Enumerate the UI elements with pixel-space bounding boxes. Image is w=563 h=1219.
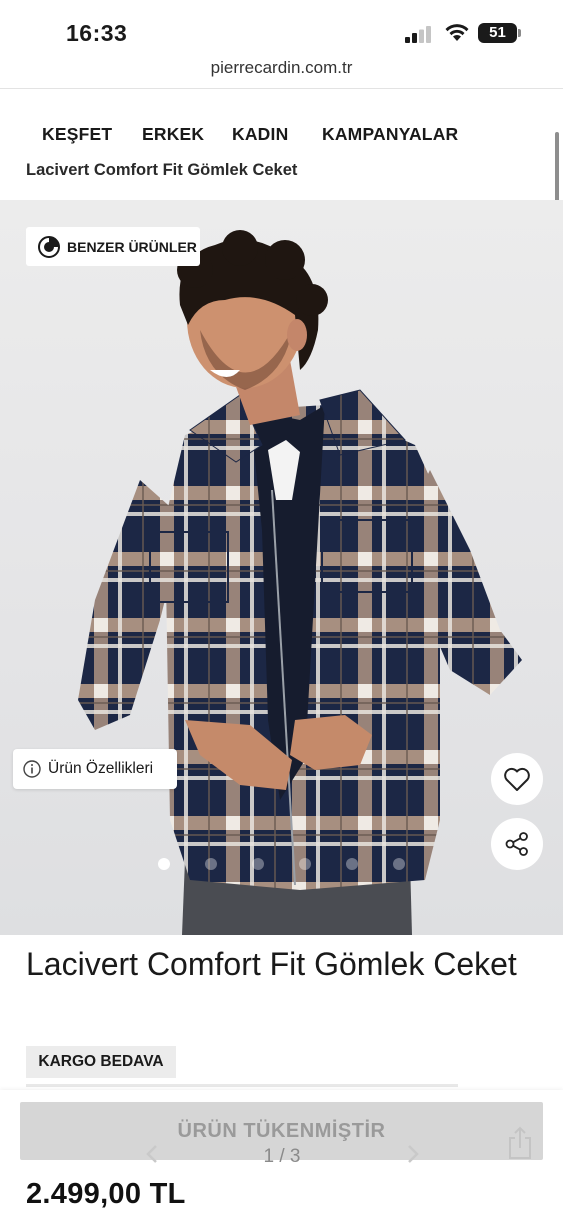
battery-icon: 51 <box>478 23 522 43</box>
product-title: Lacivert Comfort Fit Gömlek Ceket <box>26 946 517 982</box>
signal-icon <box>405 26 431 43</box>
carousel-dot[interactable] <box>299 858 311 870</box>
chevron-left-icon[interactable] <box>145 1144 159 1164</box>
breadcrumb-title: Lacivert Comfort Fit Gömlek Ceket <box>26 161 298 179</box>
nav-item-kadin[interactable]: KADIN <box>232 124 288 145</box>
product-price: 2.499,00 TL <box>26 1178 186 1210</box>
divider <box>0 88 563 89</box>
status-bar: 16:33 51 <box>0 0 563 60</box>
carousel-dot[interactable] <box>393 858 405 870</box>
heart-icon <box>504 767 530 791</box>
favorite-button[interactable] <box>491 753 543 805</box>
product-photo <box>78 230 522 935</box>
similar-products-label: BENZER ÜRÜNLER <box>67 238 197 255</box>
wifi-icon <box>445 24 469 41</box>
carousel-dot[interactable] <box>252 858 264 870</box>
nav-item-erkek[interactable]: ERKEK <box>142 124 204 145</box>
status-time: 16:33 <box>66 20 128 46</box>
share-icon <box>505 832 528 856</box>
share-page-icon[interactable] <box>507 1126 533 1160</box>
nav-item-kampanyalar[interactable]: KAMPANYALAR <box>322 124 458 145</box>
product-features-label: Ürün Özellikleri <box>48 760 154 777</box>
bottom-bar: ÜRÜN TÜKENMİŞTİR 1 / 3 2.499,00 TL <box>0 1090 563 1219</box>
carousel-dots[interactable] <box>158 858 418 870</box>
page-indicator: 1 / 3 <box>263 1146 301 1167</box>
share-button[interactable] <box>491 818 543 870</box>
similar-products-icon <box>38 235 60 258</box>
product-gallery[interactable]: BENZER ÜRÜNLER Ürün Özellikleri <box>0 200 563 935</box>
battery-level: 51 <box>489 24 506 41</box>
chevron-right-icon[interactable] <box>406 1144 420 1164</box>
carousel-dot[interactable] <box>346 858 358 870</box>
url-bar[interactable]: pierrecardin.com.tr <box>0 58 563 78</box>
info-icon <box>23 760 41 778</box>
free-shipping-badge: KARGO BEDAVA <box>26 1046 176 1078</box>
product-features-button[interactable]: Ürün Özellikleri <box>13 749 177 789</box>
similar-products-button[interactable]: BENZER ÜRÜNLER <box>26 227 200 266</box>
divider <box>26 1084 458 1087</box>
carousel-dot[interactable] <box>158 858 170 870</box>
nav-item-kesfet[interactable]: KEŞFET <box>42 124 112 145</box>
carousel-dot[interactable] <box>205 858 217 870</box>
main-nav: KEŞFET ERKEK KADIN KAMPANYALAR <box>0 124 563 152</box>
